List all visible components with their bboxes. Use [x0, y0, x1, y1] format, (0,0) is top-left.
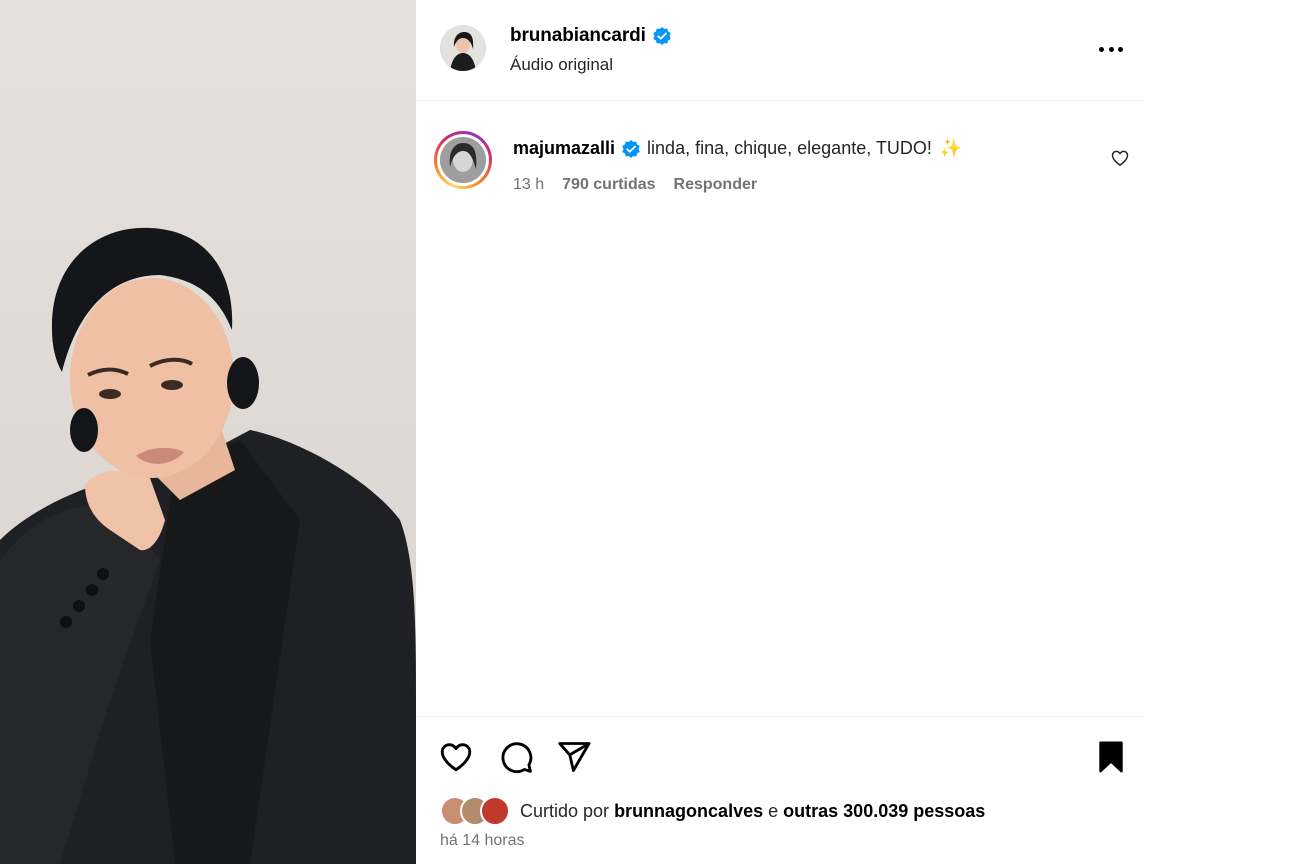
- comment-avatar: [440, 137, 486, 183]
- liked-by-prefix: Curtido por: [520, 800, 610, 821]
- post-panel: brunabiancardi Áudio original majumazall…: [416, 0, 1144, 864]
- liked-by-avatars[interactable]: [440, 796, 514, 826]
- liker-avatar: [480, 796, 510, 826]
- comment-text: linda, fina, chique, elegante, TUDO!: [647, 138, 932, 158]
- post-username[interactable]: brunabiancardi: [510, 25, 646, 47]
- more-dot: [1118, 46, 1123, 52]
- comment-icon[interactable]: [498, 739, 534, 775]
- verified-badge-icon: [653, 27, 671, 45]
- sparkles-emoji: ✨: [939, 138, 963, 158]
- post-username-row: brunabiancardi: [510, 25, 672, 47]
- post-media[interactable]: [0, 0, 416, 864]
- comment-avatar-border: [437, 134, 489, 186]
- comment-item: majumazalli linda, fina, chique, elegant…: [416, 128, 1144, 208]
- comment-meta: 13 h 790 curtidas Responder: [513, 176, 757, 194]
- reply-button[interactable]: Responder: [674, 176, 758, 194]
- liked-by-connector: e: [768, 800, 779, 821]
- verified-badge-icon: [622, 139, 640, 158]
- audio-label[interactable]: Áudio original: [510, 55, 613, 75]
- comment-username[interactable]: majumazalli: [513, 138, 615, 159]
- more-options-button[interactable]: [1096, 36, 1126, 62]
- liked-by-row: Curtido por brunnagoncalves e outras 300…: [440, 796, 985, 826]
- more-dot: [1108, 46, 1114, 52]
- post-photo: [0, 227, 416, 864]
- liked-by-user[interactable]: brunnagoncalves: [614, 801, 763, 822]
- comment-line: majumazalli linda, fina, chique, elegant…: [513, 138, 962, 159]
- send-icon[interactable]: [556, 739, 592, 775]
- comment-avatar-image: [440, 137, 486, 183]
- liked-by-others[interactable]: outras 300.039 pessoas: [783, 801, 985, 822]
- more-dot: [1099, 46, 1104, 52]
- avatar-image: [440, 25, 486, 71]
- comment-like-heart-icon[interactable]: [1110, 148, 1130, 168]
- post-header: brunabiancardi Áudio original: [416, 0, 1144, 101]
- comment-avatar-story-ring[interactable]: [434, 131, 492, 189]
- comment-likes[interactable]: 790 curtidas: [562, 176, 655, 194]
- comment-time[interactable]: 13 h: [513, 176, 544, 194]
- bookmark-filled-icon[interactable]: [1093, 739, 1129, 775]
- post-timestamp[interactable]: há 14 horas: [440, 832, 525, 850]
- heart-icon[interactable]: [438, 739, 474, 775]
- post-actions-bar: [416, 716, 1144, 796]
- avatar[interactable]: [440, 25, 486, 71]
